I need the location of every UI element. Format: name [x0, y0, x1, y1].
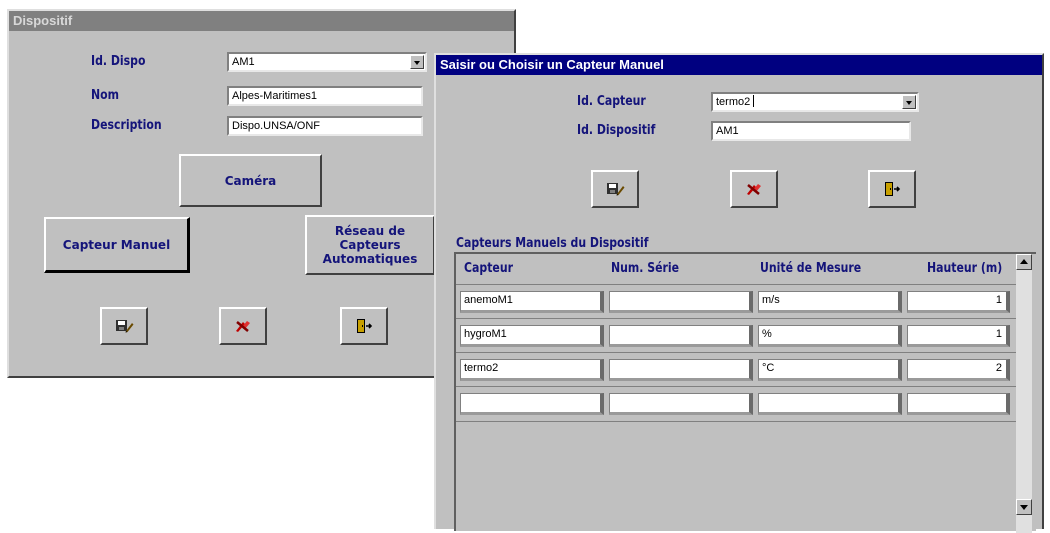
dispositif-title: Dispositif — [13, 13, 73, 28]
cell-text: 2 — [995, 362, 1002, 374]
id-capteur-label: Id. Capteur — [577, 94, 646, 109]
chevron-down-icon[interactable] — [410, 55, 424, 69]
cell-text: m/s — [762, 294, 780, 306]
save-button[interactable] — [591, 170, 639, 208]
text-cursor — [753, 95, 755, 107]
column-header-hauteur: Hauteur (m) — [927, 261, 1003, 276]
scroll-up-arrow[interactable] — [1016, 254, 1032, 270]
exit-door-icon — [885, 182, 901, 196]
cell-num-serie[interactable] — [609, 325, 753, 347]
cell-hauteur[interactable]: 2 — [907, 359, 1010, 381]
capteurs-subform: Capteur Num. Série Unité de Mesure Haute… — [454, 252, 1036, 533]
save-icon — [116, 320, 134, 333]
delete-icon — [747, 184, 761, 195]
subform-title: Capteurs Manuels du Dispositif — [456, 236, 649, 251]
id-dispo-combobox[interactable]: AM1 — [227, 52, 427, 72]
column-header-unite: Unité de Mesure — [760, 261, 862, 276]
dispositif-title-bar[interactable]: Dispositif — [9, 11, 514, 31]
camera-button-label: Caméra — [224, 173, 277, 188]
cell-num-serie[interactable] — [609, 359, 753, 381]
description-field[interactable]: Dispo.UNSA/ONF — [227, 116, 423, 136]
description-value: Dispo.UNSA/ONF — [232, 120, 321, 132]
cell-capteur[interactable] — [460, 393, 604, 415]
cell-text: °C — [762, 362, 775, 374]
subform-scrollbar[interactable] — [1016, 254, 1032, 533]
capteur-manuel-window: Saisir ou Choisir un Capteur Manuel Id. … — [434, 53, 1044, 533]
chevron-down-icon[interactable] — [902, 95, 916, 109]
capteur-window-title: Saisir ou Choisir un Capteur Manuel — [440, 57, 664, 72]
cell-hauteur[interactable]: 1 — [907, 325, 1010, 347]
reseau-button-line1: Réseau de — [334, 224, 406, 238]
cell-text: hygroM1 — [464, 328, 507, 340]
subform-header: Capteur Num. Série Unité de Mesure Haute… — [456, 254, 1016, 284]
cell-text: % — [762, 328, 772, 340]
exit-button[interactable] — [868, 170, 916, 208]
cell-hauteur[interactable]: 1 — [907, 291, 1010, 313]
cell-num-serie[interactable] — [609, 291, 753, 313]
capteur-manuel-button-label: Capteur Manuel — [62, 237, 171, 252]
table-row: hygroM1 % 1 — [456, 318, 1016, 353]
table-row-new — [456, 386, 1016, 422]
id-dispositif-value: AM1 — [716, 125, 739, 137]
table-row: anemoM1 m/s 1 — [456, 284, 1016, 319]
reseau-button-line2: Capteurs — [339, 238, 401, 252]
id-dispositif-label: Id. Dispositif — [577, 123, 656, 138]
id-dispo-label: Id. Dispo — [91, 54, 146, 69]
delete-button[interactable] — [219, 307, 267, 345]
reseau-capteurs-button[interactable]: Réseau de Capteurs Automatiques — [305, 215, 435, 275]
nom-value: Alpes-Maritimes1 — [232, 90, 317, 102]
capteur-manuel-button[interactable]: Capteur Manuel — [44, 217, 190, 273]
cell-unite[interactable] — [758, 393, 902, 415]
nom-label: Nom — [91, 88, 120, 103]
cell-text: 1 — [995, 294, 1002, 306]
exit-button[interactable] — [340, 307, 388, 345]
cell-unite[interactable]: °C — [758, 359, 902, 381]
cell-capteur[interactable]: hygroM1 — [460, 325, 604, 347]
subform-rows: anemoM1 m/s 1 hygroM1 % 1 termo2 °C 2 — [456, 284, 1016, 531]
save-icon — [607, 183, 625, 196]
id-dispo-value: AM1 — [232, 56, 255, 68]
column-header-num-serie: Num. Série — [611, 261, 680, 276]
cell-text: anemoM1 — [464, 294, 513, 306]
arrow-up-icon — [1020, 259, 1028, 264]
arrow-down-icon — [1020, 505, 1028, 510]
column-header-capteur: Capteur — [464, 261, 513, 276]
camera-button[interactable]: Caméra — [179, 154, 322, 207]
cell-capteur[interactable]: anemoM1 — [460, 291, 604, 313]
nom-field[interactable]: Alpes-Maritimes1 — [227, 86, 423, 106]
id-capteur-combobox[interactable]: termo2 — [711, 92, 919, 112]
table-row: termo2 °C 2 — [456, 352, 1016, 387]
cell-unite[interactable]: m/s — [758, 291, 902, 313]
capteur-title-bar[interactable]: Saisir ou Choisir un Capteur Manuel — [436, 55, 1042, 75]
cell-text: termo2 — [464, 362, 499, 374]
exit-door-icon — [357, 319, 373, 333]
cell-text: 1 — [995, 328, 1002, 340]
save-button[interactable] — [100, 307, 148, 345]
id-capteur-value: termo2 — [716, 96, 751, 108]
id-dispositif-field[interactable]: AM1 — [711, 121, 911, 141]
delete-button[interactable] — [730, 170, 778, 208]
cell-unite[interactable]: % — [758, 325, 902, 347]
description-label: Description — [91, 118, 162, 133]
cell-hauteur[interactable] — [907, 393, 1010, 415]
reseau-button-line3: Automatiques — [322, 252, 418, 266]
scroll-down-arrow[interactable] — [1016, 499, 1032, 515]
cell-capteur[interactable]: termo2 — [460, 359, 604, 381]
delete-icon — [236, 321, 250, 332]
cell-num-serie[interactable] — [609, 393, 753, 415]
